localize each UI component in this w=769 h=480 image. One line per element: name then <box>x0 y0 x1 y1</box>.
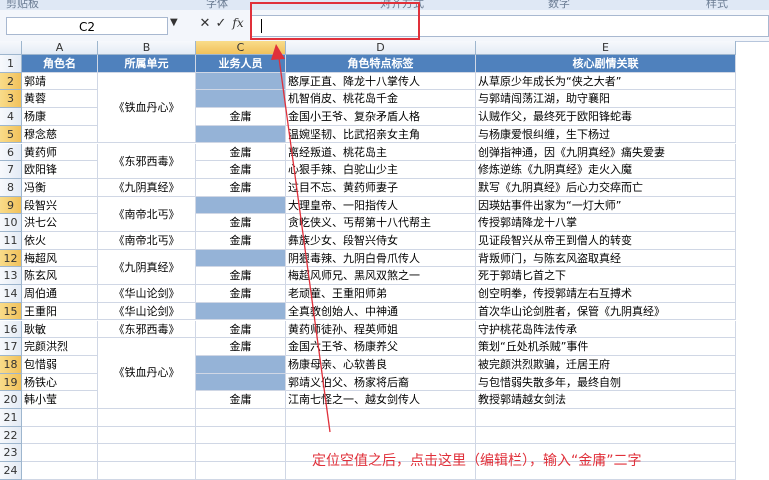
annotation-text: 定位空值之后，点击这里（编辑栏），输入“金庸”二字 <box>312 453 642 469</box>
annotation-arrow <box>271 44 331 433</box>
